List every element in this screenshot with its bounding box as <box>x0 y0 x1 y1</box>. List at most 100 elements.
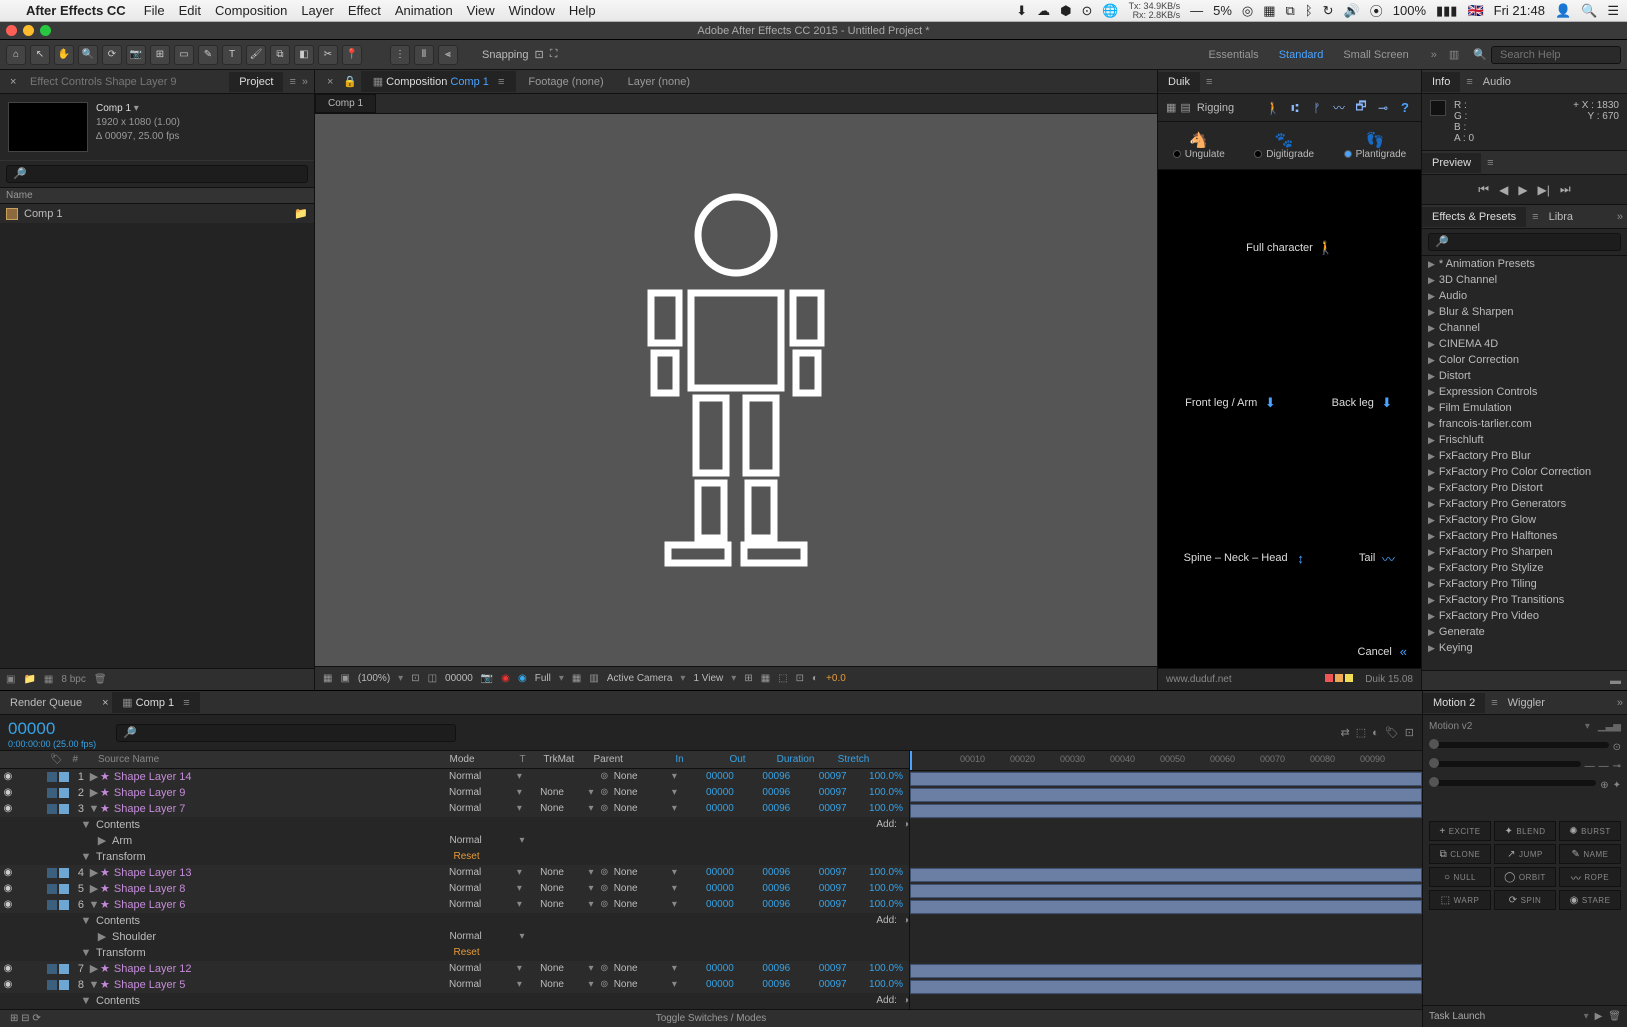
snapping-label[interactable]: Snapping <box>482 49 529 61</box>
mac-menu-item[interactable]: File <box>144 3 165 18</box>
tab-preview[interactable]: Preview <box>1422 153 1481 173</box>
panel-menu-icon[interactable]: ≡ <box>289 76 295 88</box>
layer-property[interactable]: ▶ Shoulder Normal▾ <box>0 929 909 945</box>
zoom-value[interactable]: (100%) <box>358 673 390 684</box>
layer-property[interactable]: ▼ Contents Add:◑ <box>0 913 909 929</box>
menubar-icon[interactable]: ▦ <box>1263 3 1275 19</box>
prev-frame-icon[interactable]: ◀ <box>1499 183 1508 197</box>
bones-icon[interactable]: ᚠ <box>1309 100 1325 116</box>
layer-track[interactable] <box>910 947 1422 963</box>
notification-icon[interactable]: ☰ <box>1607 3 1619 19</box>
effect-category[interactable]: ▶Film Emulation <box>1422 400 1627 416</box>
frame-value[interactable]: 00000 <box>445 673 473 684</box>
tab-timeline-comp[interactable]: ▦ Comp 1 ≡ <box>112 692 199 713</box>
visibility-toggle[interactable]: ◉ <box>0 787 16 798</box>
motion-btn-blend[interactable]: ✦BLEND <box>1494 821 1556 841</box>
wifi-icon[interactable]: ⦿ <box>1370 1 1383 20</box>
zoom-window[interactable] <box>40 25 51 36</box>
grid-icon[interactable]: ▦ <box>323 673 332 684</box>
effect-category[interactable]: ▶3D Channel <box>1422 272 1627 288</box>
motion-icon[interactable]: ⊕ <box>1600 780 1608 791</box>
effect-category[interactable]: ▶FxFactory Pro Tiling <box>1422 576 1627 592</box>
workspace-icon[interactable]: ▥ <box>1449 48 1459 61</box>
snap-opt-icon[interactable]: ⛶ <box>550 48 558 61</box>
lock-icon[interactable]: 🔒 <box>339 75 361 88</box>
view-opt-icon[interactable]: ⊞ <box>744 673 752 684</box>
view-opt-icon[interactable]: ⊡ <box>796 673 804 684</box>
bluetooth-icon[interactable]: ᛒ <box>1305 3 1313 18</box>
mac-menu-item[interactable]: Composition <box>215 3 287 18</box>
expand-icon[interactable]: ▼ <box>88 979 100 991</box>
gait-ungulate[interactable]: 🐴Ungulate <box>1173 131 1225 160</box>
expand-icon[interactable]: ▼ <box>88 899 100 911</box>
motion-btn-jump[interactable]: ↗JUMP <box>1494 844 1556 864</box>
input-lang[interactable]: 🇬🇧 <box>1467 3 1483 19</box>
effect-category[interactable]: ▶FxFactory Pro Transitions <box>1422 592 1627 608</box>
workspace-essentials[interactable]: Essentials <box>1199 47 1269 63</box>
menubar-icon[interactable]: ⊙ <box>1081 3 1092 19</box>
menubar-icon[interactable]: ⬇ <box>1016 3 1027 19</box>
layer-track[interactable] <box>910 803 1422 819</box>
user-icon[interactable]: 👤 <box>1555 3 1571 19</box>
rotate-tool[interactable]: ⟳ <box>102 45 122 65</box>
layer-track[interactable] <box>910 883 1422 899</box>
layer-track[interactable] <box>910 819 1422 835</box>
toggle-switches[interactable]: Toggle Switches / Modes <box>656 1013 767 1024</box>
layer-row[interactable]: ◉ 4 ▶ ★ Shape Layer 13 Normal▾ None▾ ⊚ N… <box>0 865 909 881</box>
tab-duik[interactable]: Duik <box>1158 72 1200 92</box>
effect-category[interactable]: ▶Audio <box>1422 288 1627 304</box>
motion-btn-name[interactable]: ✎NAME <box>1559 844 1621 864</box>
next-frame-icon[interactable]: ▶| <box>1538 183 1550 197</box>
camera-value[interactable]: Active Camera <box>607 673 673 684</box>
hand-tool[interactable]: ✋ <box>54 45 74 65</box>
volume-icon[interactable]: 🔊 <box>1344 3 1360 19</box>
tab-effects-presets[interactable]: Effects & Presets <box>1422 207 1526 227</box>
layer-row[interactable]: ◉ 5 ▶ ★ Shape Layer 8 Normal▾ None▾ ⊚ No… <box>0 881 909 897</box>
layer-row[interactable]: ◉ 6 ▼ ★ Shape Layer 6 Normal▾ None▾ ⊚ No… <box>0 897 909 913</box>
duik-spine[interactable]: Spine – Neck – Head↕ <box>1184 551 1308 565</box>
resolution-value[interactable]: Full <box>535 673 551 684</box>
expand-icon[interactable]: ▶ <box>88 770 100 783</box>
exposure-icon[interactable]: ◐ <box>812 673 818 684</box>
selection-tool[interactable]: ↖ <box>30 45 50 65</box>
effect-category[interactable]: ▶Generate <box>1422 624 1627 640</box>
duik-backleg[interactable]: Back leg⬇ <box>1332 396 1394 410</box>
tl-opt-icon[interactable]: 🏷 <box>1385 726 1399 739</box>
tl-foot-icon[interactable]: ⊞ ⊟ ⟳ <box>10 1013 41 1024</box>
breadcrumb-comp[interactable]: Comp 1 <box>315 94 376 113</box>
layer-track[interactable] <box>910 867 1422 883</box>
tab-info[interactable]: Info <box>1422 72 1460 92</box>
layer-track[interactable] <box>910 787 1422 803</box>
effect-category[interactable]: ▶Keying <box>1422 640 1627 656</box>
motion-btn-clone[interactable]: ⧉CLONE <box>1429 844 1491 864</box>
motion-graph-icon[interactable]: ▁▃▅ <box>1598 721 1621 732</box>
duik-tail[interactable]: Tail〰 <box>1359 551 1396 565</box>
mac-menu-item[interactable]: View <box>467 3 495 18</box>
effect-category[interactable]: ▶FxFactory Pro Distort <box>1422 480 1627 496</box>
expand-icon[interactable]: ▶ <box>88 786 100 799</box>
layer-property[interactable]: ▼ Contents Add:◑ <box>0 817 909 833</box>
motion-icon[interactable]: ⊸ <box>1613 761 1621 772</box>
autorig-icon[interactable]: 🚶 <box>1265 100 1281 116</box>
effect-category[interactable]: ▶FxFactory Pro Color Correction <box>1422 464 1627 480</box>
workspace-standard[interactable]: Standard <box>1269 47 1334 63</box>
layer-track[interactable] <box>910 899 1422 915</box>
mac-menu-item[interactable]: Effect <box>348 3 381 18</box>
visibility-toggle[interactable]: ◉ <box>0 771 16 782</box>
effect-category[interactable]: ▶Blur & Sharpen <box>1422 304 1627 320</box>
duik-frontleg[interactable]: Front leg / Arm⬇ <box>1185 396 1277 410</box>
align-tool[interactable]: ⋮ <box>390 45 410 65</box>
task-go-icon[interactable]: ▶ <box>1595 1011 1603 1022</box>
motion-icon[interactable]: — <box>1599 761 1609 772</box>
motion-btn-stare[interactable]: ◉STARE <box>1559 890 1621 910</box>
tab-project[interactable]: Project <box>229 72 283 92</box>
effect-category[interactable]: ▶CINEMA 4D <box>1422 336 1627 352</box>
expand-icon[interactable]: ▼ <box>88 803 100 815</box>
motion-btn-orbit[interactable]: ◯ORBIT <box>1494 867 1556 887</box>
effect-category[interactable]: ▶Color Correction <box>1422 352 1627 368</box>
channel-icon[interactable]: ◉ <box>518 673 527 684</box>
motion-icon[interactable]: — <box>1585 761 1595 772</box>
align-tool[interactable]: ⫴ <box>414 45 434 65</box>
view-opt-icon[interactable]: ▦ <box>761 673 770 684</box>
controllers-icon[interactable]: 🗗 <box>1353 100 1369 116</box>
